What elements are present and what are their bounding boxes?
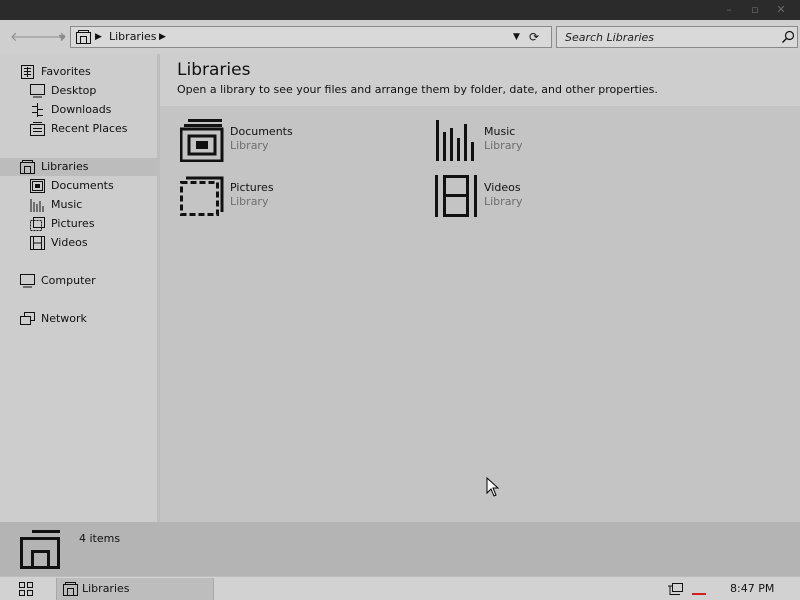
library-type: Library [230,195,269,208]
desktop-icon [30,84,45,98]
library-name: Documents [230,125,293,138]
library-type: Library [230,139,269,152]
music-icon [436,120,474,161]
navigation-bar: 🡐 🡒 ▼ ▶ Libraries ▶ ▼ ⟳ [0,20,800,54]
page-subtitle: Open a library to see your files and arr… [177,83,658,96]
taskbar-window-label: Libraries [82,582,130,595]
library-name: Videos [484,181,521,194]
mouse-pointer-icon [486,477,500,497]
sidebar-item-music[interactable]: Music [0,196,157,214]
sidebar-item-downloads[interactable]: Downloads [0,101,157,119]
videos-icon [30,236,45,250]
library-icon [63,582,78,596]
sidebar-item-documents[interactable]: Documents [0,177,157,195]
page-title: Libraries [177,60,251,80]
sidebar-item-label: Favorites [41,65,91,78]
start-grid-icon[interactable] [18,581,34,597]
navigation-pane: Favorites Desktop Downloads Recent Place… [0,54,157,522]
taskbar-window-libraries[interactable]: Libraries [56,578,214,600]
title-bar: – ▫ ✕ [0,0,800,20]
star-icon [21,65,34,79]
sidebar-item-label: Network [41,312,87,325]
address-bar[interactable]: ▶ Libraries ▶ ▼ ⟳ [70,26,552,48]
sidebar-item-label: Downloads [51,103,112,116]
music-icon [30,199,44,212]
library-icon [76,30,91,44]
close-button[interactable]: ✕ [770,2,792,18]
sidebar-item-label: Pictures [51,217,95,230]
details-pane: 4 items [0,522,800,576]
library-icon [20,160,35,174]
taskbar: Libraries 8:47 PM [0,576,800,600]
documents-icon [180,119,224,162]
minimize-button[interactable]: – [718,2,740,18]
breadcrumb-separator[interactable]: ▶ [95,30,102,44]
sidebar-item-desktop[interactable]: Desktop [0,82,157,100]
search-input[interactable] [565,30,765,44]
library-name: Music [484,125,516,138]
pictures-icon [30,217,45,231]
library-tile-documents[interactable]: Documents Library [180,118,420,164]
content-pane: Libraries Open a library to see your fil… [160,54,800,522]
pictures-icon [180,176,224,216]
library-type: Library [484,195,523,208]
sidebar-item-label: Videos [51,236,88,249]
back-button[interactable]: 🡐 [10,30,45,46]
tray-alert-indicator[interactable] [692,593,706,595]
item-count: 4 items [79,532,121,545]
maximize-button[interactable]: ▫ [744,2,766,18]
address-dropdown-button[interactable]: ▼ [513,30,520,44]
sidebar-item-recent-places[interactable]: Recent Places [0,120,157,138]
forward-button[interactable]: 🡒 [32,30,67,46]
search-icon[interactable] [781,30,795,44]
sidebar-item-label: Computer [41,274,96,287]
library-tile-videos[interactable]: Videos Library [434,174,674,220]
sidebar-item-computer[interactable]: Computer [0,272,157,290]
network-icon [20,312,35,325]
downloads-icon [32,103,43,117]
library-tile-music[interactable]: Music Library [434,118,674,164]
search-box[interactable] [556,26,798,48]
sidebar-item-label: Documents [51,179,114,192]
sidebar-item-videos[interactable]: Videos [0,234,157,252]
library-name: Pictures [230,181,274,194]
library-type: Library [484,139,523,152]
breadcrumb-libraries[interactable]: Libraries [109,30,157,44]
network-tray-icon[interactable] [668,581,684,597]
videos-icon [435,175,477,217]
taskbar-clock[interactable]: 8:47 PM [730,582,774,596]
sidebar-item-pictures[interactable]: Pictures [0,215,157,233]
breadcrumb-separator[interactable]: ▶ [159,30,166,44]
sidebar-item-label: Recent Places [51,122,128,135]
recent-places-icon [30,122,45,136]
recent-locations-button[interactable]: ▼ [54,30,70,46]
sidebar-item-favorites[interactable]: Favorites [0,63,157,81]
library-tile-pictures[interactable]: Pictures Library [180,174,420,220]
refresh-button[interactable]: ⟳ [529,29,539,45]
sidebar-item-libraries[interactable]: Libraries [0,158,157,176]
sidebar-item-label: Desktop [51,84,97,97]
sidebar-item-label: Libraries [41,160,89,173]
computer-icon [20,274,35,288]
library-icon [20,530,60,569]
sidebar-item-network[interactable]: Network [0,310,157,328]
sidebar-item-label: Music [51,198,83,211]
documents-icon [30,179,45,193]
library-header: Libraries Open a library to see your fil… [160,54,800,106]
